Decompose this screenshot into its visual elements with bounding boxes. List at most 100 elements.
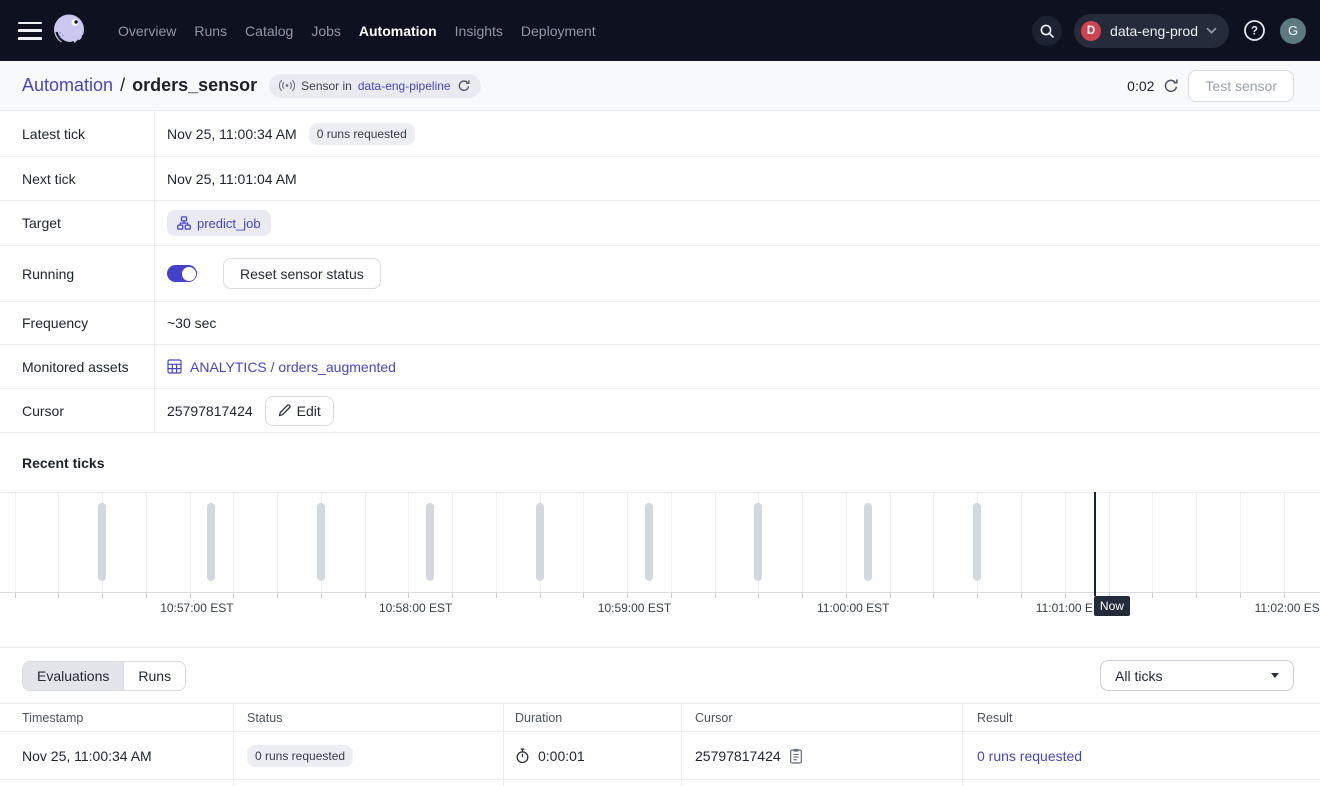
chart-gridline	[671, 493, 672, 592]
sensor-tick-bar[interactable]	[426, 503, 434, 581]
chart-axis-tick	[977, 593, 978, 598]
col-header-timestamp: Timestamp	[22, 704, 83, 732]
deployment-switcher[interactable]: D data-eng-prod	[1074, 14, 1229, 48]
code-location-link[interactable]: data-eng-pipeline	[358, 79, 451, 93]
chart-axis-tick	[1152, 593, 1153, 598]
chart-axis-tick	[365, 593, 366, 598]
refresh-icon	[1163, 78, 1179, 94]
col-header-duration: Duration	[515, 704, 562, 732]
tick-filter-select[interactable]: All ticks	[1100, 660, 1294, 691]
latest-tick-status-badge: 0 runs requested	[309, 123, 415, 145]
chart-axis-tick	[1240, 593, 1241, 598]
dagster-logo-icon[interactable]	[50, 11, 88, 51]
chart-gridline	[1240, 493, 1241, 592]
nav-item-overview[interactable]: Overview	[118, 23, 176, 39]
breadcrumb-automation-link[interactable]: Automation	[22, 75, 113, 96]
chart-axis-tick	[802, 593, 803, 598]
breadcrumb-separator: /	[120, 75, 125, 96]
chart-axis-line	[0, 592, 1320, 593]
asset-table-icon	[167, 359, 182, 374]
frequency-row: Frequency ~30 sec	[0, 302, 1320, 345]
sensor-tick-bar[interactable]	[864, 503, 872, 581]
chart-axis-tick	[233, 593, 234, 598]
sensor-tick-bar[interactable]	[973, 503, 981, 581]
chart-axis-tick	[627, 593, 628, 598]
nav-item-automation[interactable]: Automation	[359, 23, 437, 39]
help-button[interactable]: ?	[1243, 19, 1266, 42]
chart-gridline	[1284, 493, 1285, 592]
cursor-value: 25797817424	[167, 403, 253, 419]
chart-gridline	[627, 493, 628, 592]
sensor-location-badge: Sensor in data-eng-pipeline	[269, 74, 480, 98]
chart-axis-tick	[58, 593, 59, 598]
header-actions: 0:02 Test sensor	[1127, 70, 1294, 102]
chart-axis-tick	[715, 593, 716, 598]
menu-icon[interactable]	[18, 22, 42, 40]
page-header: Automation / orders_sensor Sensor in dat…	[0, 61, 1320, 111]
chart-gridline	[58, 493, 59, 592]
chart-top-border	[0, 492, 1320, 493]
chart-axis-tick	[933, 593, 934, 598]
page-title: orders_sensor	[132, 75, 257, 96]
latest-tick-value: Nov 25, 11:00:34 AM	[167, 126, 297, 142]
chart-gridline	[1196, 493, 1197, 592]
chart-axis-tick	[846, 593, 847, 598]
tick-filter-value: All ticks	[1115, 668, 1162, 684]
search-button[interactable]	[1032, 16, 1062, 46]
reset-sensor-status-button[interactable]: Reset sensor status	[223, 258, 381, 289]
chart-axis-tick	[15, 593, 16, 598]
now-marker-line	[1094, 492, 1096, 596]
tab-evaluations[interactable]: Evaluations	[23, 662, 123, 690]
monitored-asset-link[interactable]: ANALYTICS / orders_augmented	[167, 359, 396, 375]
stopwatch-icon	[515, 748, 530, 764]
test-sensor-button[interactable]: Test sensor	[1188, 70, 1294, 102]
reload-location-icon[interactable]	[457, 79, 471, 93]
frequency-value: ~30 sec	[167, 315, 216, 331]
next-tick-label: Next tick	[0, 157, 155, 200]
clipboard-copy-icon[interactable]	[789, 748, 803, 764]
sensor-tick-bar[interactable]	[536, 503, 544, 581]
toggle-knob	[182, 267, 196, 281]
now-marker-badge: Now	[1094, 596, 1130, 616]
nav-item-insights[interactable]: Insights	[455, 23, 503, 39]
results-tabs: Evaluations Runs	[22, 661, 186, 691]
user-avatar[interactable]: G	[1280, 18, 1306, 44]
edit-cursor-button[interactable]: Edit	[265, 396, 334, 426]
cell-result-link[interactable]: 0 runs requested	[977, 748, 1082, 764]
monitored-asset-name: ANALYTICS / orders_augmented	[190, 359, 396, 375]
chart-axis-tick	[102, 593, 103, 598]
target-label: Target	[0, 201, 155, 245]
sensor-tick-bar[interactable]	[207, 503, 215, 581]
chart-axis-label: 11:02:00 EST	[1255, 601, 1320, 615]
cell-timestamp: Nov 25, 11:00:34 AM	[22, 732, 152, 780]
target-job-link[interactable]: predict_job	[167, 210, 271, 236]
deployment-name: data-eng-prod	[1110, 23, 1198, 39]
latest-tick-row: Latest tick Nov 25, 11:00:34 AM 0 runs r…	[0, 111, 1320, 157]
cell-duration: 0:00:01	[538, 748, 585, 764]
table-header: Timestamp Status Duration Cursor Result	[0, 704, 1320, 732]
sensor-details: Latest tick Nov 25, 11:00:34 AM 0 runs r…	[0, 111, 1320, 433]
sensor-tick-bar[interactable]	[754, 503, 762, 581]
sensor-tick-bar[interactable]	[317, 503, 325, 581]
chart-axis-tick	[277, 593, 278, 598]
sensor-icon	[279, 79, 295, 92]
tab-runs[interactable]: Runs	[123, 662, 185, 690]
sensor-tick-bar[interactable]	[98, 503, 106, 581]
sensor-badge-text: Sensor in	[301, 79, 352, 93]
nav-item-runs[interactable]: Runs	[194, 23, 227, 39]
dagster-sensor-page: Overview Runs Catalog Jobs Automation In…	[0, 0, 1320, 786]
refresh-button[interactable]	[1163, 78, 1179, 94]
frequency-label: Frequency	[0, 302, 155, 344]
nav-item-deployment[interactable]: Deployment	[521, 23, 596, 39]
job-graph-icon	[177, 216, 191, 230]
chart-gridline	[890, 493, 891, 592]
sensor-tick-bar[interactable]	[645, 503, 653, 581]
ticks-timeline-chart: 10:57:00 EST10:58:00 EST10:59:00 EST11:0…	[0, 492, 1320, 624]
chart-gridline	[1152, 493, 1153, 592]
nav-item-catalog[interactable]: Catalog	[245, 23, 293, 39]
nav-item-jobs[interactable]: Jobs	[311, 23, 341, 39]
chart-gridline	[583, 493, 584, 592]
chart-gridline	[1109, 493, 1110, 592]
running-toggle[interactable]	[167, 265, 197, 282]
chart-axis-tick	[890, 593, 891, 598]
